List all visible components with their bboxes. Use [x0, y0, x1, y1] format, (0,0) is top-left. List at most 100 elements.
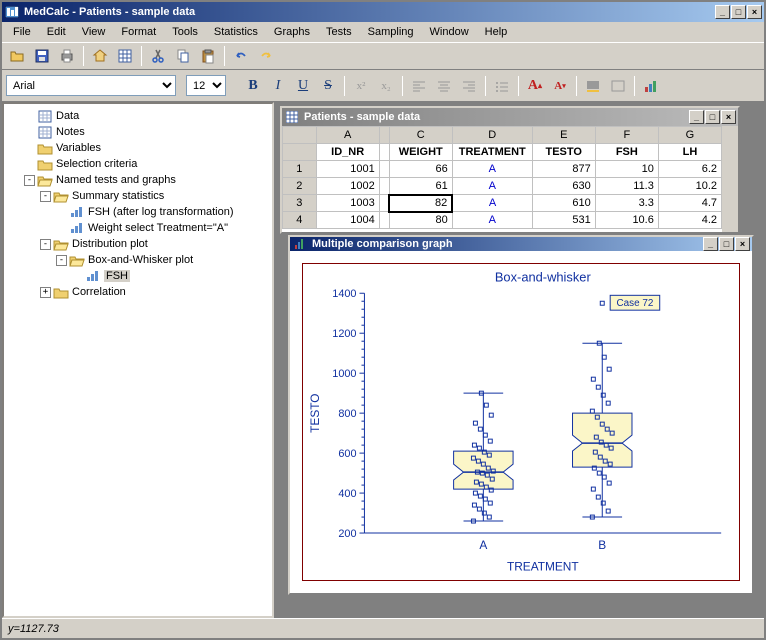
cut-button[interactable] [147, 45, 169, 67]
align-right-button[interactable] [458, 75, 480, 97]
sheet-icon [37, 109, 53, 123]
tree-label: Named tests and graphs [56, 174, 176, 186]
align-center-button[interactable] [433, 75, 455, 97]
tree-label: Correlation [72, 286, 126, 298]
align-left-button[interactable] [408, 75, 430, 97]
save-button[interactable] [31, 45, 53, 67]
bold-button[interactable]: B [242, 75, 264, 97]
svg-text:Box-and-whisker: Box-and-whisker [495, 269, 592, 284]
menu-tests[interactable]: Tests [319, 24, 359, 40]
font-decrease-button[interactable]: A▾ [549, 75, 571, 97]
menu-graphs[interactable]: Graphs [267, 24, 317, 40]
print-button[interactable] [56, 45, 78, 67]
folder-open-icon [37, 173, 53, 187]
chart-icon [69, 221, 85, 235]
tree-label: Box-and-Whisker plot [88, 254, 193, 266]
bullets-button[interactable] [491, 75, 513, 97]
child-close-button[interactable]: × [735, 237, 750, 251]
svg-text:200: 200 [338, 528, 356, 540]
sheet-icon [284, 110, 300, 124]
graph-window-title: Multiple comparison graph [312, 238, 453, 250]
menu-format[interactable]: Format [114, 24, 163, 40]
copy-button[interactable] [172, 45, 194, 67]
svg-text:1000: 1000 [332, 368, 356, 380]
child-minimize-button[interactable]: _ [703, 237, 718, 251]
redo-button[interactable] [255, 45, 277, 67]
maximize-button[interactable]: □ [731, 5, 746, 19]
boxplot-svg: Box-and-whisker200400600800100012001400T… [303, 264, 739, 580]
undo-button[interactable] [230, 45, 252, 67]
tree-item[interactable]: + Correlation [8, 284, 268, 300]
menu-window[interactable]: Window [423, 24, 476, 40]
border-button[interactable] [607, 75, 629, 97]
folder-open-icon [69, 253, 85, 267]
folder-open-icon [53, 189, 69, 203]
tree-label: FSH (after log transformation) [88, 206, 234, 218]
svg-text:TESTO: TESTO [308, 393, 322, 432]
tree-item[interactable]: - Distribution plot [8, 236, 268, 252]
superscript-button[interactable]: x² [350, 75, 372, 97]
strikethrough-button[interactable]: S [317, 75, 339, 97]
tree-label: Variables [56, 142, 101, 154]
tree-item[interactable]: Weight select Treatment="A" [8, 220, 268, 236]
tree-label: FSH [104, 270, 130, 282]
chart-button[interactable] [640, 75, 662, 97]
child-maximize-button[interactable]: □ [719, 237, 734, 251]
font-size-select[interactable]: 12 [186, 75, 226, 96]
vertical-scrollbar[interactable] [722, 126, 738, 232]
tree-item[interactable]: FSH (after log transformation) [8, 204, 268, 220]
menu-tools[interactable]: Tools [165, 24, 205, 40]
menu-help[interactable]: Help [478, 24, 515, 40]
tree-item[interactable]: Selection criteria [8, 156, 268, 172]
tree-item[interactable]: - Box-and-Whisker plot [8, 252, 268, 268]
subscript-button[interactable]: x₂ [375, 75, 397, 97]
tree-item[interactable]: Variables [8, 140, 268, 156]
underline-button[interactable]: U [292, 75, 314, 97]
tree-item[interactable]: Data [8, 108, 268, 124]
minimize-button[interactable]: _ [715, 5, 730, 19]
italic-button[interactable]: I [267, 75, 289, 97]
child-minimize-button[interactable]: _ [689, 110, 704, 124]
data-window-titlebar[interactable]: Patients - sample data _□× [282, 108, 738, 126]
child-close-button[interactable]: × [721, 110, 736, 124]
paste-button[interactable] [197, 45, 219, 67]
main-window: MedCalc - Patients - sample data _ □ × F… [0, 0, 766, 640]
tree-label: Distribution plot [72, 238, 148, 250]
open-button[interactable] [6, 45, 28, 67]
tree-item[interactable]: -Summary statistics [8, 188, 268, 204]
sheet-icon [37, 125, 53, 139]
plot-frame: Box-and-whisker200400600800100012001400T… [302, 263, 740, 581]
tree-item[interactable]: Notes [8, 124, 268, 140]
folder-open-icon [53, 237, 69, 251]
svg-text:1200: 1200 [332, 328, 356, 340]
plot-area[interactable]: Box-and-whisker200400600800100012001400T… [290, 251, 752, 593]
folder-icon [37, 157, 53, 171]
tree-item[interactable]: - Named tests and graphs [8, 172, 268, 188]
spreadsheet[interactable]: ACDEFGID_NRWEIGHTTREATMENTTESTOFSHLH1100… [282, 126, 738, 232]
menu-file[interactable]: File [6, 24, 38, 40]
fill-color-button[interactable] [582, 75, 604, 97]
data-window-title: Patients - sample data [304, 111, 420, 123]
chart-icon [69, 205, 85, 219]
tree-toggle[interactable]: - [40, 191, 51, 202]
menu-sampling[interactable]: Sampling [361, 24, 421, 40]
menu-view[interactable]: View [75, 24, 113, 40]
tree-toggle[interactable]: - [40, 239, 51, 250]
tree-item[interactable]: FSH [8, 268, 268, 284]
child-maximize-button[interactable]: □ [705, 110, 720, 124]
close-button[interactable]: × [747, 5, 762, 19]
grid-button[interactable] [114, 45, 136, 67]
home-button[interactable] [89, 45, 111, 67]
tree-toggle[interactable]: - [56, 255, 67, 266]
tree-sidebar[interactable]: DataNotesVariablesSelection criteria-Nam… [2, 102, 274, 618]
menu-statistics[interactable]: Statistics [207, 24, 265, 40]
tree-toggle[interactable]: + [40, 287, 51, 298]
graph-window[interactable]: Multiple comparison graph _□× Box-and-wh… [288, 235, 754, 595]
font-increase-button[interactable]: A▴ [524, 75, 546, 97]
toolbar-format: Arial 12 B I U S x² x₂ A▴ A▾ [2, 70, 764, 102]
menu-edit[interactable]: Edit [40, 24, 73, 40]
font-select[interactable]: Arial [6, 75, 176, 96]
tree-toggle[interactable]: - [24, 175, 35, 186]
graph-window-titlebar[interactable]: Multiple comparison graph _□× [290, 237, 752, 251]
data-window[interactable]: Patients - sample data _□× ACDEFGID_NRWE… [280, 106, 740, 234]
